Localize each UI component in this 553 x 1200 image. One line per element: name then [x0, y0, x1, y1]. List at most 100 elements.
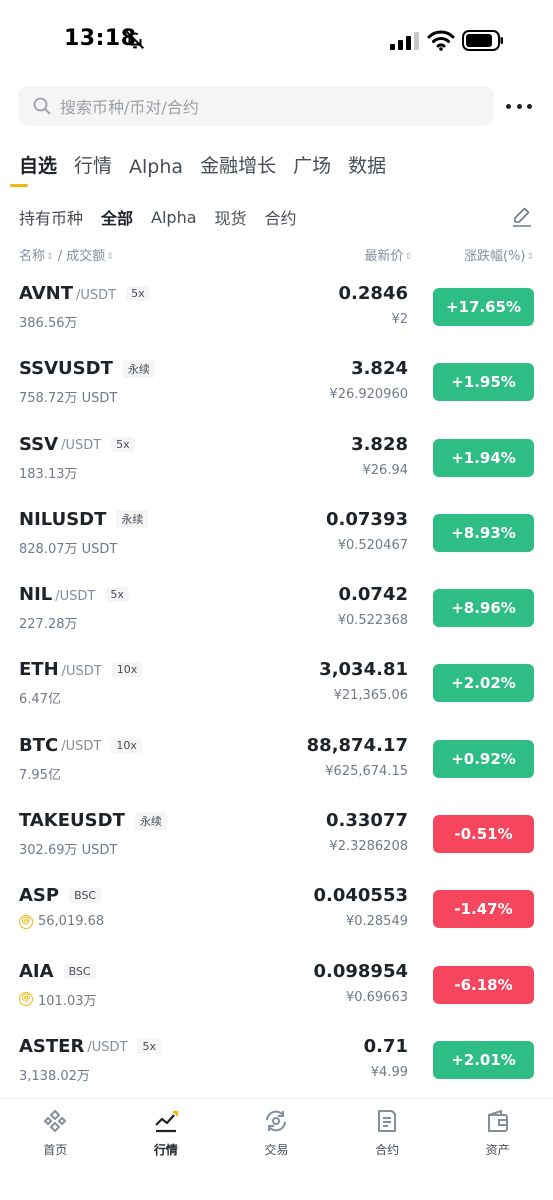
- volume: 3,138.02万: [19, 1068, 90, 1084]
- sort-icon: ⇕: [46, 251, 54, 262]
- tab-alpha[interactable]: Alpha: [129, 156, 183, 178]
- tab-markets[interactable]: 行情: [74, 151, 112, 178]
- cny-price: ¥0.522368: [337, 613, 408, 629]
- market-row[interactable]: NILUSDT 永续 828.07万 USDT 0.07393 ¥0.520467…: [0, 496, 553, 571]
- volume: 758.72万 USDT: [19, 391, 118, 407]
- main-tabs: 自选 行情 Alpha 金融增长 广场 数据: [19, 148, 403, 178]
- volume: 183.13万: [19, 466, 78, 482]
- leverage-tag: 5x: [126, 286, 150, 301]
- nav-home[interactable]: 首页: [0, 1099, 111, 1200]
- symbol: BTC: [19, 734, 59, 756]
- column-headers: 名称⇕ / 成交额⇕ 最新价⇕ 涨跌幅(%)⇕: [0, 243, 553, 265]
- nav-futures-label: 合约: [375, 1143, 400, 1157]
- leverage-tag: 5x: [137, 1038, 161, 1054]
- change-badge[interactable]: +1.94%: [433, 438, 534, 477]
- market-list: AVNT/USDT 5x 386.56万 0.2846 ¥2 +17.65% SS…: [0, 270, 553, 1098]
- search-placeholder: 搜索币种/币对/合约: [60, 98, 199, 117]
- quote-asset: /USDT: [75, 287, 117, 303]
- symbol: SSV: [19, 433, 59, 455]
- search-input[interactable]: 搜索币种/币对/合约: [18, 86, 494, 126]
- change-badge[interactable]: +8.96%: [433, 589, 534, 628]
- nav-markets[interactable]: 行情: [111, 1099, 222, 1200]
- nav-futures[interactable]: 合约: [332, 1099, 443, 1200]
- nav-markets-label: 行情: [153, 1143, 178, 1157]
- sort-icon: ⇕: [526, 251, 534, 262]
- sort-change-header[interactable]: 涨跌幅(%)⇕: [464, 245, 534, 264]
- last-price: 0.07393: [326, 508, 408, 530]
- market-row[interactable]: ASTER/USDT 5x 3,138.02万 0.71 ¥4.99 +2.01%: [0, 1023, 553, 1098]
- column-name-label: 名称: [19, 249, 46, 264]
- edit-icon[interactable]: [510, 204, 534, 228]
- symbol: SSVUSDT: [19, 358, 113, 380]
- nav-trade[interactable]: 交易: [221, 1099, 332, 1200]
- bottom-nav: 首页 行情 交易 合约 资产: [0, 1098, 553, 1200]
- alpha-coin-icon: @: [19, 992, 33, 1007]
- volume: 828.07万 USDT: [19, 541, 118, 557]
- sort-icon: ⇕: [404, 251, 412, 262]
- market-row[interactable]: NIL/USDT 5x 227.28万 0.0742 ¥0.522368 +8.9…: [0, 571, 553, 646]
- search-icon: [33, 97, 51, 115]
- change-badge[interactable]: +1.95%: [433, 363, 534, 402]
- quote-asset: /USDT: [61, 739, 102, 755]
- quote-asset: /USDT: [87, 1040, 128, 1056]
- symbol: AIA: [19, 960, 54, 982]
- futures-icon: [378, 1110, 397, 1132]
- sub-tabs: 持有币种 全部 Alpha 现货 合约: [19, 205, 315, 229]
- cny-price: ¥0.69663: [345, 989, 408, 1005]
- market-row[interactable]: BTC/USDT 10x 7.95亿 88,874.17 ¥625,674.15 …: [0, 722, 553, 797]
- tab-data[interactable]: 数据: [348, 151, 386, 178]
- subtab-all[interactable]: 全部: [101, 205, 133, 229]
- subtab-alpha[interactable]: Alpha: [151, 208, 197, 227]
- last-price: 3.824: [351, 358, 408, 380]
- market-row[interactable]: ASP BSC @56,019.68 0.040553 ¥0.28549 -1.4…: [0, 872, 553, 947]
- volume: 56,019.68: [38, 914, 105, 930]
- change-badge[interactable]: -6.18%: [433, 965, 534, 1004]
- quote-asset: /USDT: [61, 438, 102, 454]
- sort-price-header[interactable]: 最新价⇕: [364, 245, 412, 264]
- last-price: 0.71: [363, 1035, 408, 1057]
- market-row[interactable]: AIA BSC @101.03万 0.098954 ¥0.69663 -6.18%: [0, 948, 553, 1023]
- change-badge[interactable]: +0.92%: [433, 739, 534, 778]
- change-badge[interactable]: +2.02%: [433, 664, 534, 703]
- leverage-tag: 5x: [111, 436, 135, 452]
- change-badge[interactable]: -1.47%: [433, 890, 534, 929]
- cny-price: ¥2: [391, 312, 408, 327]
- cny-price: ¥26.94: [362, 462, 409, 478]
- tab-earn[interactable]: 金融增长: [200, 151, 276, 178]
- volume: 101.03万: [38, 993, 97, 1009]
- subtab-spot[interactable]: 现货: [215, 205, 247, 229]
- trade-icon: [266, 1110, 287, 1132]
- more-options-icon[interactable]: [506, 96, 532, 116]
- subtab-futures[interactable]: 合约: [265, 205, 297, 229]
- market-row[interactable]: SSVUSDT 永续 758.72万 USDT 3.824 ¥26.920960 …: [0, 345, 553, 420]
- market-row[interactable]: TAKEUSDT 永续 302.69万 USDT 0.33077 ¥2.32862…: [0, 797, 553, 872]
- column-price-label: 最新价: [364, 249, 404, 264]
- market-row[interactable]: SSV/USDT 5x 183.13万 3.828 ¥26.94 +1.94%: [0, 421, 553, 496]
- change-badge[interactable]: +17.65%: [433, 288, 534, 326]
- cny-price: ¥0.520467: [337, 537, 408, 553]
- last-price: 3.828: [351, 433, 408, 455]
- change-badge[interactable]: +8.93%: [433, 513, 534, 552]
- cny-price: ¥26.920960: [329, 387, 408, 403]
- tab-square[interactable]: 广场: [293, 151, 331, 178]
- last-price: 0.098954: [313, 960, 408, 982]
- nav-assets[interactable]: 资产: [442, 1099, 553, 1200]
- change-badge[interactable]: -0.51%: [433, 815, 534, 854]
- nav-trade-label: 交易: [264, 1143, 289, 1157]
- tab-favorites[interactable]: 自选: [19, 151, 57, 178]
- change-badge[interactable]: +2.01%: [433, 1040, 534, 1079]
- volume: 6.47亿: [19, 692, 61, 708]
- leverage-tag: 5x: [105, 587, 129, 603]
- market-row[interactable]: ETH/USDT 10x 6.47亿 3,034.81 ¥21,365.06 +2…: [0, 646, 553, 721]
- cny-price: ¥4.99: [370, 1064, 408, 1080]
- subtab-holdings[interactable]: 持有币种: [19, 205, 83, 229]
- symbol: ASP: [19, 885, 60, 907]
- status-bar: 13:18: [0, 0, 553, 80]
- sort-name-header[interactable]: 名称⇕ / 成交额⇕: [19, 245, 114, 264]
- contract-tag: 永续: [116, 510, 149, 529]
- cny-price: ¥2.3286208: [329, 839, 408, 855]
- market-row[interactable]: AVNT/USDT 5x 386.56万 0.2846 ¥2 +17.65%: [0, 270, 553, 345]
- contract-tag: 永续: [134, 811, 167, 830]
- chain-tag: BSC: [63, 963, 96, 979]
- last-price: 0.2846: [338, 283, 408, 304]
